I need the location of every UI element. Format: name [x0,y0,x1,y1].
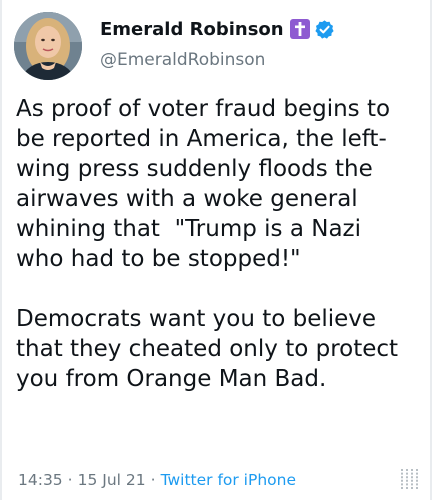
separator-dot: · [67,471,73,489]
tweet-metadata: 14:35 · 15 Jul 21 · Twitter for iPhone [18,468,296,492]
vertical-lines-icon[interactable] [398,466,420,492]
tweet-time[interactable]: 14:35 [18,471,63,489]
avatar[interactable] [14,12,82,80]
display-name-row: Emerald Robinson [100,16,400,42]
author-handle[interactable]: @EmeraldRobinson [100,50,400,70]
tweet-source-link[interactable]: Twitter for iPhone [161,471,296,489]
verified-check-icon [314,19,335,40]
tweet-paragraph-1: As proof of voter fraud begins to be rep… [16,96,391,272]
tweet-text: As proof of voter fraud begins to be rep… [16,94,426,394]
author-display-name[interactable]: Emerald Robinson [100,19,284,40]
tweet-date[interactable]: 15 Jul 21 [78,471,146,489]
tweet-paragraph-2: Democrats want you to believe that they … [16,306,399,392]
author-block: Emerald Robinson @EmeraldRobinson [100,16,400,70]
tweet-header: Emerald Robinson @EmeraldRobinson [14,10,414,86]
tweet-card: Emerald Robinson @EmeraldRobinson As pro… [2,0,430,500]
avatar-image [14,12,82,80]
separator-dot: · [150,471,156,489]
latin-cross-icon [289,19,310,39]
